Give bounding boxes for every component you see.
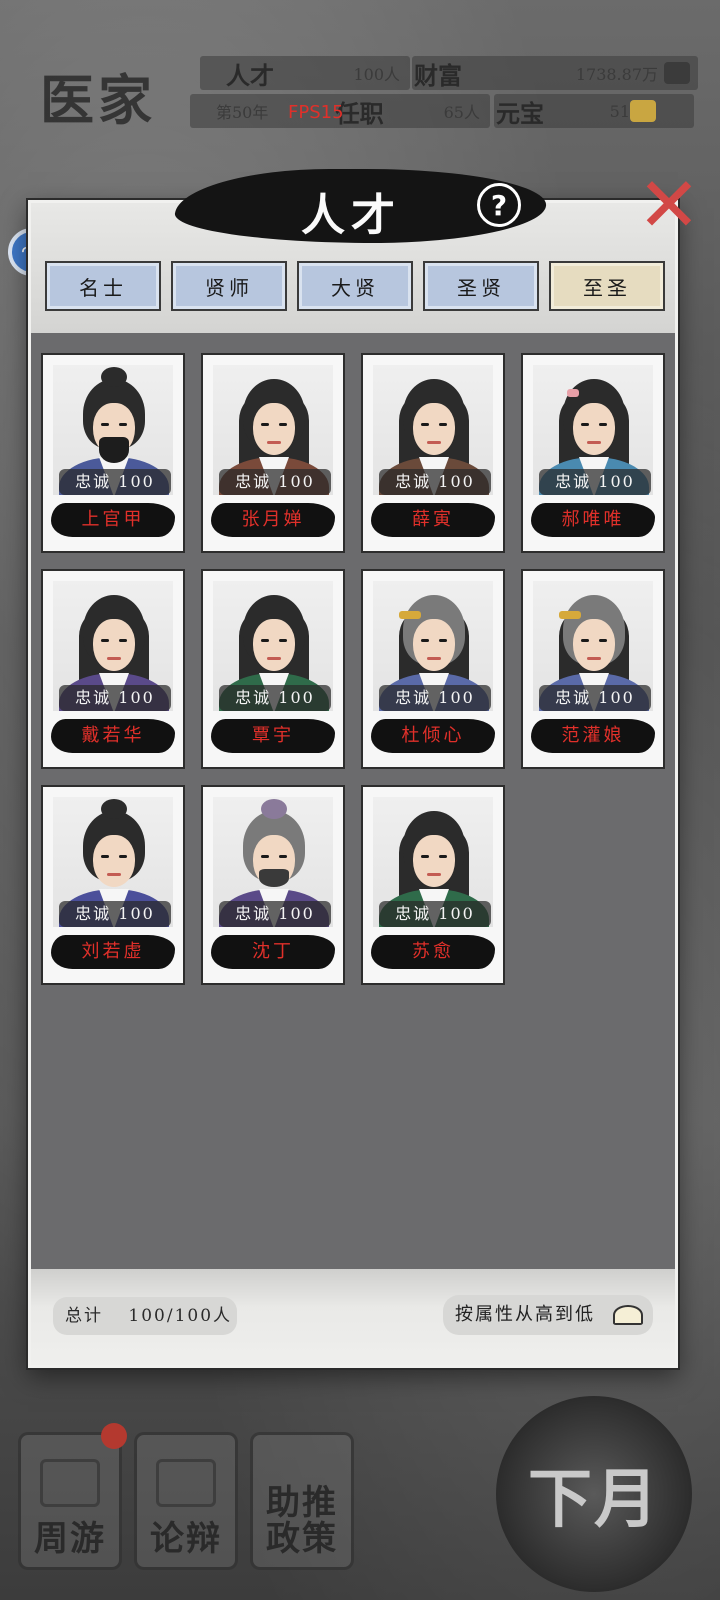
talent-card[interactable]: 忠诚 100 刘若虚	[41, 785, 185, 985]
talent-name: 张月婵	[211, 503, 335, 537]
nav-button-1[interactable]: 论辩	[134, 1432, 238, 1570]
talent-name: 薛寅	[371, 503, 495, 537]
talent-value: 100人	[353, 65, 400, 84]
loyalty-label: 忠诚 100	[219, 685, 331, 711]
wealth-stat: 财富 1738.87万	[412, 56, 698, 90]
loyalty-label: 忠诚 100	[59, 901, 171, 927]
talent-name: 上官甲	[51, 503, 175, 537]
talent-name: 苏愈	[371, 935, 495, 969]
school-name: 医家	[40, 68, 156, 132]
next-month-label: 下月	[528, 1462, 660, 1537]
loyalty-label: 忠诚 100	[379, 901, 491, 927]
talent-modal: 人才 ? ✕ 名士 贤师 大贤 圣贤 至圣 忠诚 100 上官甲 忠诚 100 张月婵 忠诚 1…	[28, 167, 701, 1368]
loyalty-label: 忠诚 100	[219, 469, 331, 495]
nav-label: 周游	[34, 1519, 106, 1559]
talent-name: 刘若虚	[51, 935, 175, 969]
talent-grid: 忠诚 100 上官甲 忠诚 100 张月婵 忠诚 100 薛寅 忠诚 100 郝唯唯 忠诚 10…	[41, 353, 671, 985]
sort-icon	[613, 1305, 643, 1325]
loyalty-label: 忠诚 100	[59, 469, 171, 495]
talent-card[interactable]: 忠诚 100 上官甲	[41, 353, 185, 553]
office-value: 65人	[443, 103, 480, 122]
talent-name: 郝唯唯	[531, 503, 655, 537]
loyalty-label: 忠诚 100	[539, 685, 651, 711]
total-count: 总计 100/100人	[53, 1297, 237, 1335]
talent-name: 覃宇	[211, 719, 335, 753]
year-label: 第50年	[216, 103, 269, 122]
tab-2[interactable]: 大贤	[297, 261, 413, 311]
modal-title: 人才	[301, 190, 401, 241]
tab-4[interactable]: 至圣	[549, 261, 665, 311]
brush-icon	[664, 62, 690, 84]
top-hud: 医家 人才 100人 财富 1738.87万 第50年 任职 65人 元宝 51…	[0, 0, 720, 150]
nav-button-2[interactable]: 助推 政策	[250, 1432, 354, 1570]
talent-card[interactable]: 忠诚 100 杜倾心	[361, 569, 505, 769]
talent-card[interactable]: 忠诚 100 范灌娘	[521, 569, 665, 769]
loyalty-label: 忠诚 100	[539, 469, 651, 495]
loyalty-label: 忠诚 100	[379, 469, 491, 495]
talent-card[interactable]: 忠诚 100 郝唯唯	[521, 353, 665, 553]
loyalty-label: 忠诚 100	[219, 901, 331, 927]
fps-counter: FPS15	[288, 102, 344, 123]
ingot-label: 元宝	[496, 98, 544, 128]
notification-dot	[101, 1423, 127, 1449]
total-label: 总计	[65, 1306, 103, 1326]
nav-button-0[interactable]: 周游	[18, 1423, 127, 1570]
sort-button[interactable]: 按属性从高到低	[443, 1295, 653, 1335]
ingot-icon	[630, 100, 656, 122]
talent-label: 人才	[226, 60, 274, 90]
loyalty-label: 忠诚 100	[59, 685, 171, 711]
nav-icon	[40, 1459, 100, 1507]
talent-name: 沈丁	[211, 935, 335, 969]
nav-label: 助推 政策	[266, 1483, 338, 1559]
talent-card[interactable]: 忠诚 100 苏愈	[361, 785, 505, 985]
talent-stat: 人才 100人	[200, 56, 410, 90]
tab-3[interactable]: 圣贤	[423, 261, 539, 311]
talent-card[interactable]: 忠诚 100 张月婵	[201, 353, 345, 553]
nav-label: 论辩	[150, 1519, 222, 1559]
nav-icon	[156, 1459, 216, 1507]
tab-1[interactable]: 贤师	[171, 261, 287, 311]
modal-footer: 总计 100/100人 按属性从高到低	[31, 1269, 675, 1365]
talent-name: 范灌娘	[531, 719, 655, 753]
sort-label: 按属性从高到低	[455, 1304, 595, 1325]
rank-tabs: 名士 贤师 大贤 圣贤 至圣	[45, 261, 665, 311]
ingot-stat: 元宝 51	[494, 94, 694, 128]
talent-card[interactable]: 忠诚 100 戴若华	[41, 569, 185, 769]
wealth-value: 1738.87万	[575, 65, 658, 84]
ingot-value: 51	[609, 101, 630, 121]
loyalty-label: 忠诚 100	[379, 685, 491, 711]
talent-name: 戴若华	[51, 719, 175, 753]
talent-card[interactable]: 忠诚 100 薛寅	[361, 353, 505, 553]
talent-card[interactable]: 忠诚 100 覃宇	[201, 569, 345, 769]
tab-0[interactable]: 名士	[45, 261, 161, 311]
total-value: 100/100人	[128, 1306, 233, 1326]
talent-card[interactable]: 忠诚 100 沈丁	[201, 785, 345, 985]
talent-name: 杜倾心	[371, 719, 495, 753]
close-button[interactable]: ✕	[637, 167, 701, 243]
help-icon[interactable]: ?	[477, 183, 521, 227]
next-month-button[interactable]: 下月	[496, 1396, 692, 1592]
wealth-label: 财富	[414, 60, 462, 90]
